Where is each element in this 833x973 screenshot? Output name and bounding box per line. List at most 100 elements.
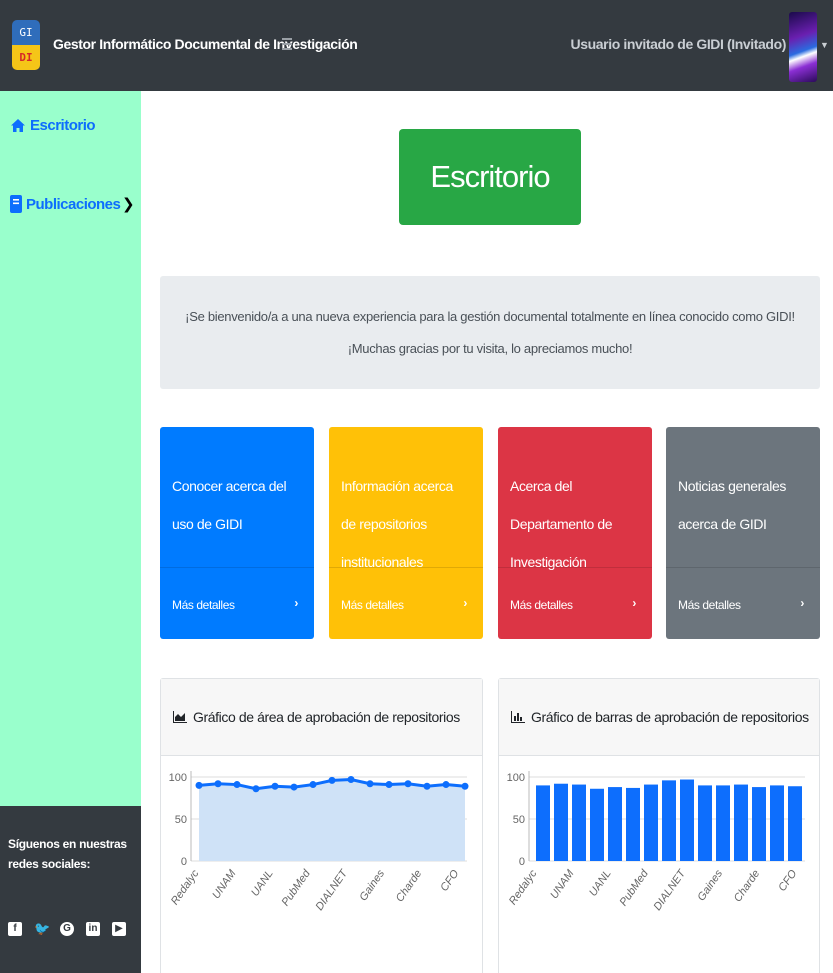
data-point bbox=[461, 782, 469, 790]
app-title[interactable]: Gestor Informático Documental de Investi… bbox=[53, 36, 358, 52]
data-point bbox=[404, 780, 412, 788]
bar-chart-icon bbox=[511, 711, 525, 723]
y-tick-label: 50 bbox=[175, 814, 187, 826]
user-name[interactable]: Usuario invitado de GIDI (Invitado) bbox=[571, 36, 787, 52]
x-tick-label: DIALNET bbox=[652, 867, 689, 913]
data-point bbox=[271, 782, 279, 790]
social-section: Síguenos en nuestras redes sociales: f 🐦… bbox=[0, 806, 141, 973]
bar bbox=[608, 787, 622, 861]
chevron-right-icon[interactable]: › bbox=[463, 596, 467, 610]
x-tick-label: PubMed bbox=[280, 867, 314, 908]
card-footer-link[interactable]: Más detalles › bbox=[329, 567, 483, 639]
page-title: Escritorio principal bbox=[399, 129, 581, 290]
area-chart-panel: Gráfico de área de aprobación de reposit… bbox=[160, 678, 483, 973]
sidebar-item-escritorio[interactable]: Escritorio bbox=[10, 117, 96, 134]
logo-bottom-text: DI bbox=[12, 45, 40, 70]
social-icons: f 🐦 G in ▶ bbox=[8, 922, 126, 936]
book-icon bbox=[10, 195, 22, 213]
y-tick-label: 100 bbox=[169, 772, 187, 784]
chevron-right-icon[interactable]: ❯ bbox=[122, 195, 135, 213]
menu-toggle-icon[interactable] bbox=[282, 38, 292, 52]
gidi-logo[interactable]: GI DI bbox=[12, 20, 40, 70]
x-tick-label: UNAM bbox=[548, 867, 577, 901]
bar bbox=[680, 779, 694, 861]
social-label: Síguenos en nuestras redes sociales: bbox=[8, 837, 127, 871]
more-details-link[interactable]: Más detalles bbox=[341, 598, 404, 612]
welcome-message: ¡Se bienvenido/a a una nueva experiencia… bbox=[160, 276, 820, 389]
x-tick-label: Charde bbox=[732, 868, 763, 904]
x-tick-label: UNAM bbox=[210, 867, 239, 901]
bar bbox=[572, 784, 586, 861]
bar bbox=[788, 786, 802, 861]
x-tick-label: UANL bbox=[249, 868, 276, 899]
data-point bbox=[385, 781, 393, 789]
data-point bbox=[423, 782, 431, 790]
y-tick-label: 50 bbox=[513, 814, 525, 826]
x-tick-label: PubMed bbox=[618, 867, 652, 908]
google-plus-icon[interactable]: G bbox=[60, 922, 74, 936]
bar bbox=[590, 788, 604, 861]
data-point bbox=[309, 781, 317, 789]
logo-top-text: GI bbox=[12, 20, 40, 45]
bar bbox=[770, 785, 784, 861]
area-fill bbox=[199, 779, 465, 861]
x-tick-label: UANL bbox=[587, 868, 614, 899]
sidebar-item-publicaciones[interactable]: Publicaciones bbox=[10, 195, 121, 213]
card-title: Acerca del Departamento de Investigación bbox=[510, 478, 613, 570]
card-title: Conocer acerca del uso de GIDI bbox=[172, 478, 287, 532]
chevron-right-icon[interactable]: › bbox=[800, 596, 804, 610]
panel-title: Gráfico de área de aprobación de reposit… bbox=[193, 709, 460, 725]
card-footer-link[interactable]: Más detalles › bbox=[666, 567, 820, 639]
linkedin-icon[interactable]: in bbox=[86, 922, 100, 936]
data-point bbox=[290, 783, 298, 791]
x-tick-label: Redalyc bbox=[169, 867, 202, 907]
more-details-link[interactable]: Más detalles bbox=[678, 598, 741, 612]
x-tick-label: CFO bbox=[438, 867, 461, 893]
card-title: Noticias generales acerca de GIDI bbox=[678, 478, 786, 532]
avatar[interactable] bbox=[789, 12, 817, 82]
data-point bbox=[195, 781, 203, 789]
x-tick-label: CFO bbox=[776, 867, 799, 893]
sidebar-item-label: Publicaciones bbox=[26, 195, 121, 213]
facebook-icon[interactable]: f bbox=[8, 922, 22, 936]
card-footer-link[interactable]: Más detalles › bbox=[498, 567, 652, 639]
y-tick-label: 0 bbox=[519, 856, 525, 868]
data-point bbox=[328, 776, 336, 784]
area-chart-icon bbox=[173, 711, 187, 723]
data-point bbox=[233, 781, 241, 789]
more-details-link[interactable]: Más detalles bbox=[510, 598, 573, 612]
youtube-icon[interactable]: ▶ bbox=[112, 922, 126, 936]
area-chart: 0 50 100 Redalyc UNAM UANL PubMed DIALNET Gaines… bbox=[169, 771, 469, 913]
more-details-link[interactable]: Más detalles bbox=[172, 598, 235, 612]
data-point bbox=[347, 776, 355, 784]
bar bbox=[644, 784, 658, 861]
x-tick-label: Redalyc bbox=[507, 867, 540, 907]
card-noticias: Noticias generales acerca de GIDI Más de… bbox=[666, 427, 820, 639]
data-point bbox=[442, 781, 450, 789]
card-footer-link[interactable]: Más detalles › bbox=[160, 567, 314, 639]
bar bbox=[662, 780, 676, 861]
y-tick-label: 100 bbox=[507, 772, 525, 784]
chevron-right-icon[interactable]: › bbox=[632, 596, 636, 610]
panel-title: Gráfico de barras de aprobación de repos… bbox=[531, 709, 809, 725]
bar bbox=[752, 787, 766, 861]
card-departamento: Acerca del Departamento de Investigación… bbox=[498, 427, 652, 639]
x-tick-label: DIALNET bbox=[314, 867, 351, 913]
chevron-right-icon[interactable]: › bbox=[294, 596, 298, 610]
bar bbox=[554, 783, 568, 861]
bar-chart-panel: Gráfico de barras de aprobación de repos… bbox=[498, 678, 820, 973]
sidebar-item-label: Escritorio bbox=[30, 117, 96, 134]
caret-down-icon[interactable]: ▼ bbox=[820, 40, 829, 50]
bar bbox=[626, 787, 640, 861]
data-point bbox=[366, 780, 374, 788]
bar-chart: 0 50 100 Redalyc UNAM UANL PubMed DIALNET Gaines… bbox=[507, 771, 805, 913]
card-uso-gidi: Conocer acerca del uso de GIDI Más detal… bbox=[160, 427, 314, 639]
data-point bbox=[214, 780, 222, 788]
card-title: Información acerca de repositorios insti… bbox=[341, 478, 453, 570]
x-tick-label: Charde bbox=[394, 868, 425, 904]
sidebar: Escritorio Publicaciones ❯ bbox=[0, 91, 141, 806]
x-tick-label: Gaines bbox=[695, 867, 725, 903]
x-tick-label: Gaines bbox=[357, 867, 387, 903]
bar bbox=[716, 785, 730, 861]
twitter-icon[interactable]: 🐦 bbox=[34, 922, 50, 936]
